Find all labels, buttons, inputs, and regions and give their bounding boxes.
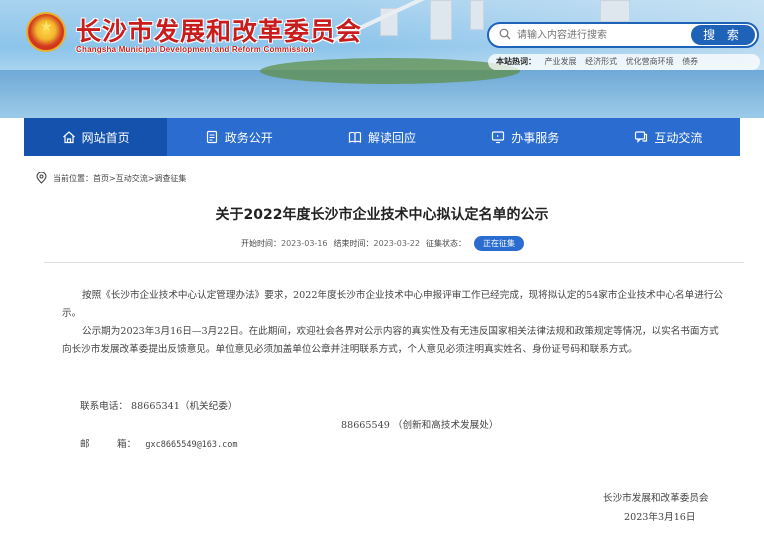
search-button[interactable]: 搜 索	[691, 25, 755, 45]
contact-email[interactable]: gxc8665549@163.com	[145, 440, 237, 450]
nav-item-label: 网站首页	[81, 130, 130, 145]
status-label: 征集状态：	[426, 239, 466, 248]
monitor-icon	[492, 131, 505, 144]
chat-icon	[635, 131, 648, 143]
hot-keyword[interactable]: 经济形式	[585, 57, 617, 66]
contact-phone-row: 联系电话： 88665341（机关纪委）	[80, 398, 237, 412]
site-title: 长沙市发展和改革委员会	[76, 17, 363, 46]
start-time-label: 开始时间：	[241, 239, 281, 248]
article-meta: 开始时间：2023-03-16 结束时间：2023-03-22 征集状态： 正在…	[241, 236, 524, 251]
nav-item-services[interactable]: 办事服务	[454, 118, 597, 156]
main-nav: 网站首页 政务公开 解读回应 办事服务 互动交流	[24, 118, 740, 156]
island-decoration	[260, 58, 520, 84]
national-emblem-icon: ★	[26, 12, 66, 52]
article-paragraph: 公示期为2023年3月16日—3月22日。在此期间，欢迎社会各界对公示内容的真实…	[62, 326, 719, 355]
hot-keyword[interactable]: 优化营商环境	[626, 57, 674, 66]
building-decoration	[470, 0, 484, 30]
building-decoration	[600, 0, 630, 22]
hot-keywords-bar: 本站热词： 产业发展 经济形式 优化营商环境 债券	[488, 54, 760, 70]
site-subtitle: Changsha Municipal Development and Refor…	[76, 45, 314, 54]
hot-keyword[interactable]: 产业发展	[545, 57, 577, 66]
hot-keywords-label: 本站热词：	[496, 57, 536, 66]
signature-date: 2023年3月16日	[624, 512, 696, 523]
home-icon	[62, 131, 75, 144]
nav-item-label: 办事服务	[511, 130, 560, 145]
nav-item-label: 互动交流	[654, 130, 703, 145]
nav-item-label: 解读回应	[368, 130, 417, 145]
end-time: 2023-03-22	[373, 239, 421, 248]
contact-phone-label: 联系电话：	[80, 401, 128, 412]
search-icon	[499, 28, 511, 40]
breadcrumb-text[interactable]: 当前位置：首页>互动交流>调查征集	[53, 173, 186, 184]
header-banner: ★ 长沙市发展和改革委员会 Changsha Municipal Develop…	[0, 0, 764, 118]
document-icon	[206, 130, 217, 144]
signature-org: 长沙市发展和改革委员会	[603, 493, 709, 504]
contact-email-label: 邮 箱：	[80, 439, 137, 450]
book-icon	[348, 131, 362, 143]
nav-item-interpretation[interactable]: 解读回应	[310, 118, 453, 156]
divider	[44, 262, 744, 263]
status-badge: 正在征集	[474, 236, 524, 251]
search-box: 搜 索	[487, 22, 759, 48]
contact-phone-1: 88665341（机关纪委）	[131, 401, 238, 412]
contact-phone-2: 88665549 （创新和高技术发展处）	[341, 420, 499, 431]
start-time: 2023-03-16	[281, 239, 328, 248]
building-decoration	[430, 0, 452, 40]
hot-keyword[interactable]: 债券	[682, 57, 698, 66]
end-time-label: 结束时间：	[333, 239, 374, 248]
nav-item-label: 政务公开	[224, 130, 273, 145]
location-pin-icon	[36, 172, 47, 184]
nav-item-home[interactable]: 网站首页	[24, 118, 168, 156]
contact-email-row: 邮 箱： gxc8665549@163.com	[80, 436, 238, 450]
nav-item-interaction[interactable]: 互动交流	[597, 118, 740, 156]
breadcrumb: 当前位置：首页>互动交流>调查征集	[36, 172, 186, 184]
nav-item-government-affairs[interactable]: 政务公开	[167, 118, 310, 156]
article-paragraph: 按照《长沙市企业技术中心认定管理办法》要求，2022年度长沙市企业技术中心申报评…	[62, 290, 724, 319]
article-title: 关于2022年度长沙市企业技术中心拟认定名单的公示	[215, 207, 549, 223]
search-input[interactable]	[517, 27, 677, 43]
